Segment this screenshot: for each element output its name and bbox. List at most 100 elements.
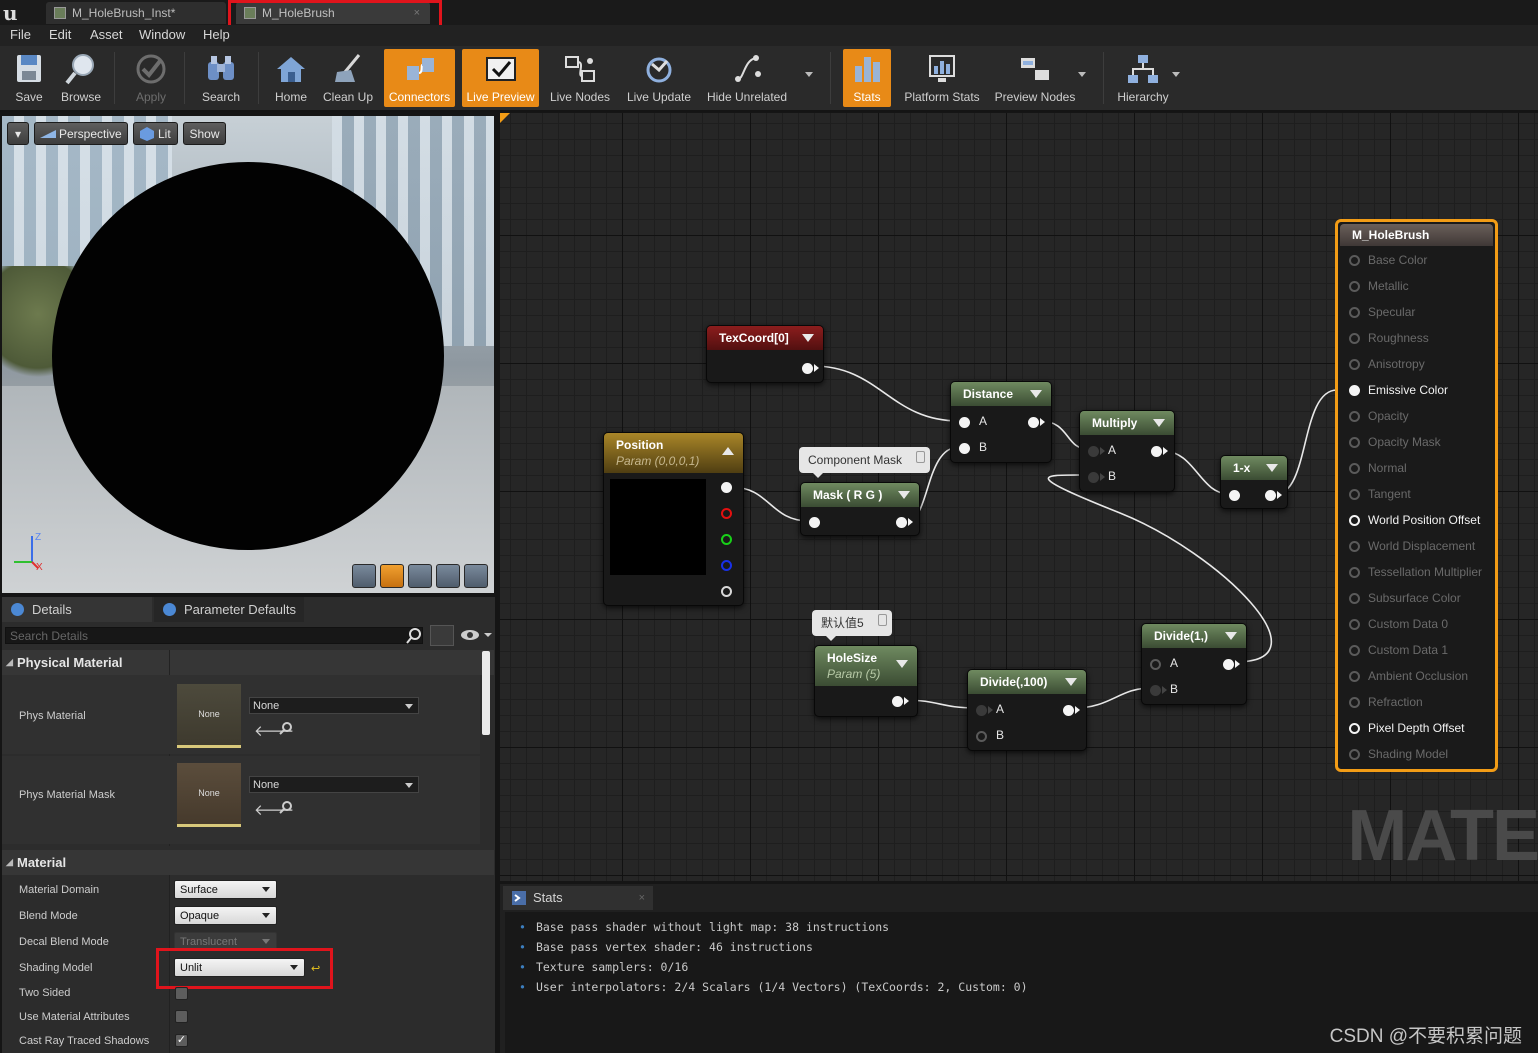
output-pin-rgba[interactable] (721, 482, 732, 493)
menu-file[interactable]: File (10, 27, 31, 42)
input-pin[interactable] (1349, 489, 1360, 500)
input-pin[interactable] (1229, 490, 1240, 501)
collapse-icon[interactable] (802, 334, 814, 342)
input-pin[interactable] (1349, 723, 1360, 734)
collapse-icon[interactable] (1266, 464, 1278, 472)
output-pin[interactable] (892, 696, 903, 707)
output-pin-a[interactable] (721, 586, 732, 597)
hide-unrelated-button[interactable]: Hide Unrelated (703, 49, 791, 107)
input-pin-a[interactable] (1088, 446, 1099, 457)
input-pin[interactable] (1349, 567, 1360, 578)
live-nodes-button[interactable]: Live Nodes (546, 49, 614, 107)
input-pin-a[interactable] (959, 417, 970, 428)
tab-details[interactable]: Details (2, 597, 152, 622)
comment-holesize-default[interactable]: 默认值5 (812, 610, 892, 641)
phys-material-combo[interactable]: None (249, 697, 419, 714)
input-pin-b[interactable] (1088, 472, 1099, 483)
tab-stats[interactable]: Stats × (503, 886, 653, 910)
menu-help[interactable]: Help (203, 27, 230, 42)
collapse-icon[interactable] (1153, 419, 1165, 427)
show-button[interactable]: Show (183, 122, 226, 145)
input-pin[interactable] (1349, 645, 1360, 656)
search-details-input[interactable]: Search Details (5, 627, 423, 644)
node-texcoord[interactable]: TexCoord[0] (706, 325, 824, 383)
search-button[interactable]: Search (196, 49, 246, 107)
input-pin[interactable] (1349, 307, 1360, 318)
input-pin[interactable] (1349, 749, 1360, 760)
clean-up-button[interactable]: Clean Up (320, 49, 376, 107)
preview-plane-icon[interactable] (408, 564, 432, 588)
preview-cylinder-icon[interactable] (352, 564, 376, 588)
node-material-result[interactable]: M_HoleBrush Base Color Metallic Specular Ro… (1335, 219, 1498, 772)
input-pin-a[interactable] (976, 705, 987, 716)
chevron-down-icon[interactable] (1172, 72, 1180, 77)
input-pin[interactable] (1349, 619, 1360, 630)
collapse-icon[interactable] (1030, 390, 1042, 398)
save-button[interactable]: Save (6, 49, 52, 107)
input-pin[interactable] (1349, 593, 1360, 604)
node-distance[interactable]: Distance A B (950, 381, 1052, 463)
category-physical-material[interactable]: ◢ Physical Material (2, 650, 494, 675)
two-sided-checkbox[interactable] (175, 987, 188, 1000)
node-holesize[interactable]: HoleSize Param (5) (814, 645, 918, 717)
tab-m-holebrush-inst[interactable]: M_HoleBrush_Inst* (46, 2, 226, 24)
chevron-down-icon[interactable] (805, 72, 813, 77)
output-pin-r[interactable] (721, 508, 732, 519)
phys-material-mask-combo[interactable]: None (249, 776, 419, 793)
pin-comment-icon[interactable] (878, 614, 887, 626)
output-pin-b[interactable] (721, 560, 732, 571)
blend-mode-dropdown[interactable]: Opaque (174, 906, 277, 925)
browse-asset-icon[interactable] (279, 721, 293, 735)
node-divide-1[interactable]: Divide(1,) A B (1141, 623, 1247, 705)
hierarchy-button[interactable]: Hierarchy (1114, 49, 1172, 107)
lit-button[interactable]: Lit (133, 122, 178, 145)
collapse-icon[interactable] (1225, 632, 1237, 640)
collapse-icon[interactable] (722, 447, 734, 455)
connectors-button[interactable]: Connectors (384, 49, 455, 107)
input-pin[interactable] (809, 517, 820, 528)
cast-ray-traced-shadows-checkbox[interactable]: ✓ (175, 1034, 188, 1047)
output-pin[interactable] (1223, 659, 1234, 670)
chevron-down-icon[interactable] (1078, 72, 1086, 77)
node-one-minus[interactable]: 1-x (1220, 455, 1288, 509)
apply-button[interactable]: Apply (126, 49, 176, 107)
output-pin-g[interactable] (721, 534, 732, 545)
live-preview-button[interactable]: Live Preview (462, 49, 539, 107)
preview-nodes-button[interactable]: Preview Nodes (992, 49, 1078, 107)
input-pin-b[interactable] (959, 443, 970, 454)
stats-button[interactable]: Stats (843, 49, 891, 107)
input-pin-b[interactable] (976, 731, 987, 742)
node-mask[interactable]: Mask ( R G ) (800, 482, 920, 536)
browse-asset-icon[interactable] (279, 800, 293, 814)
collapse-icon[interactable] (1065, 678, 1077, 686)
input-pin[interactable] (1349, 697, 1360, 708)
viewport-menu-button[interactable]: ▾ (7, 122, 29, 145)
material-domain-dropdown[interactable]: Surface (174, 880, 277, 899)
preview-teapot-icon[interactable] (464, 564, 488, 588)
input-pin-a[interactable] (1150, 659, 1161, 670)
menu-edit[interactable]: Edit (49, 27, 71, 42)
input-pin-b[interactable] (1150, 685, 1161, 696)
input-pin[interactable] (1349, 671, 1360, 682)
input-pin[interactable] (1349, 437, 1360, 448)
input-pin[interactable] (1349, 411, 1360, 422)
output-pin[interactable] (1063, 705, 1074, 716)
home-button[interactable]: Home (268, 49, 314, 107)
tab-parameter-defaults[interactable]: Parameter Defaults (154, 597, 304, 622)
details-scrollbar[interactable] (482, 651, 490, 735)
pin-comment-icon[interactable] (916, 451, 925, 463)
node-multiply[interactable]: Multiply A B (1079, 410, 1175, 492)
browse-button[interactable]: Browse (56, 49, 106, 107)
collapse-icon[interactable] (898, 491, 910, 499)
output-pin[interactable] (1028, 417, 1039, 428)
output-pin[interactable] (896, 517, 907, 528)
node-position[interactable]: Position Param (0,0,0,1) (603, 432, 744, 606)
comment-component-mask[interactable]: Component Mask (799, 447, 930, 478)
input-pin[interactable] (1349, 385, 1360, 396)
use-material-attributes-checkbox[interactable] (175, 1010, 188, 1023)
output-pin[interactable] (1151, 446, 1162, 457)
collapse-icon[interactable] (896, 660, 908, 668)
platform-stats-button[interactable]: Platform Stats (898, 49, 986, 107)
input-pin[interactable] (1349, 255, 1360, 266)
input-pin[interactable] (1349, 333, 1360, 344)
